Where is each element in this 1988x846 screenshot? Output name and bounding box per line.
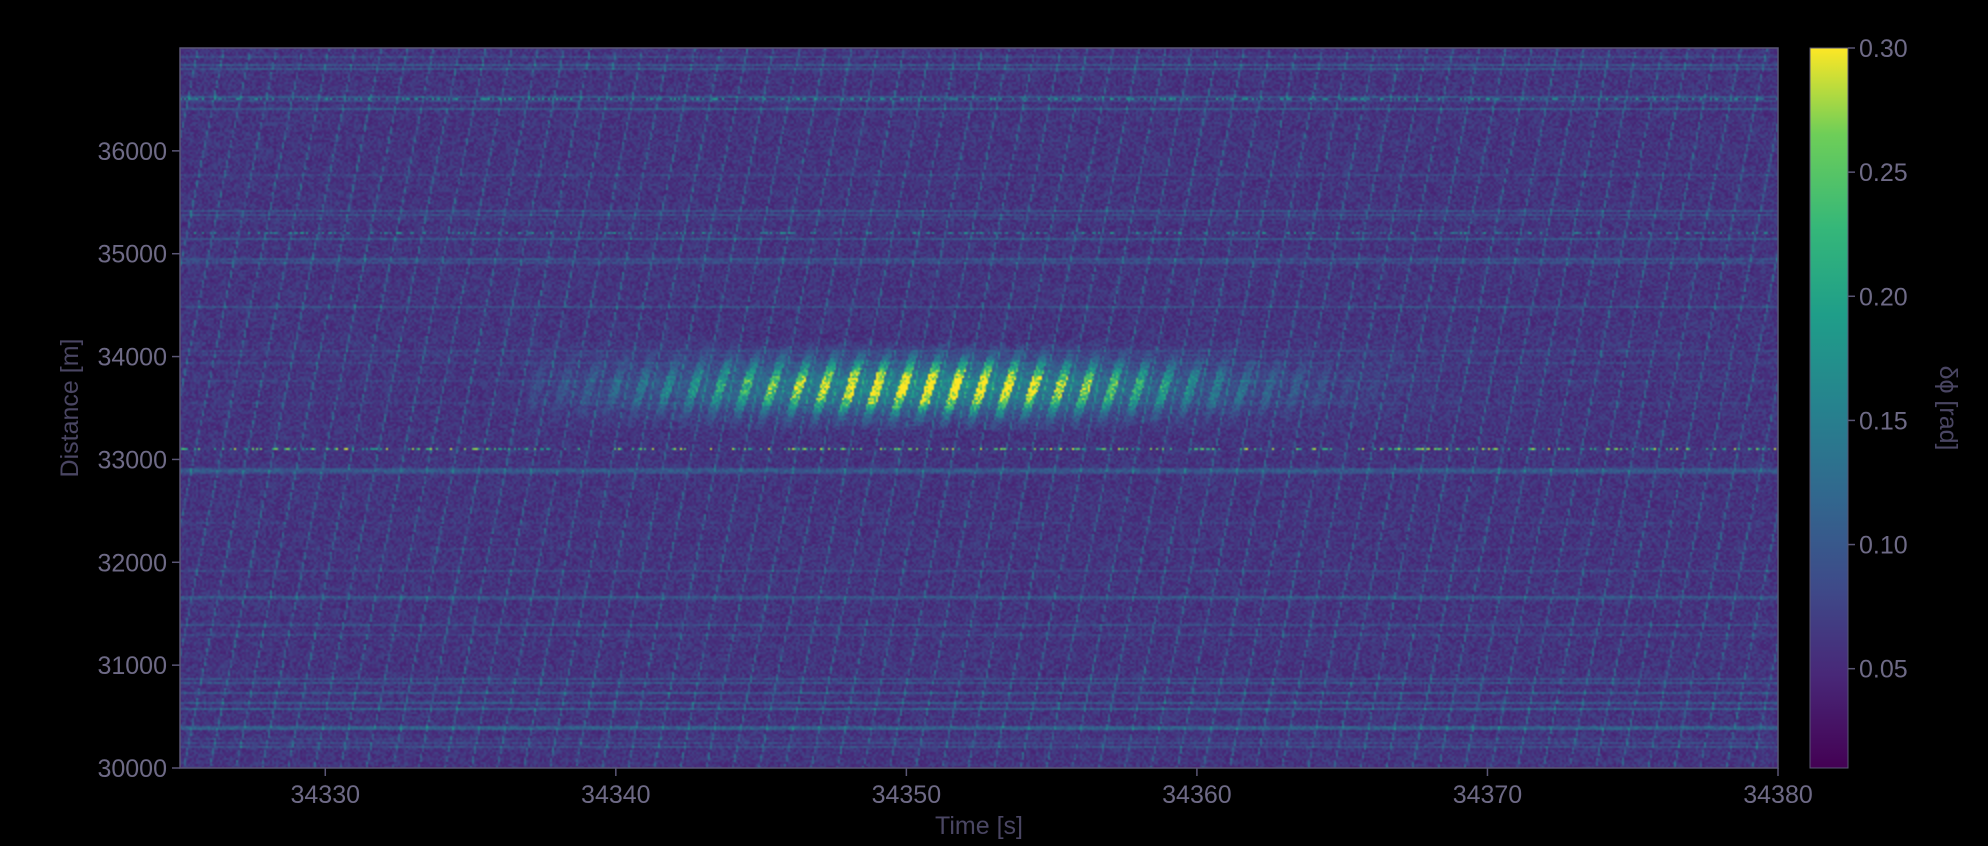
colorbar-tick-label: 0.10 <box>1859 532 1908 560</box>
y-axis-label: Distance [m] <box>56 339 84 478</box>
figure: 34330 34340 34350 34360 34370 34380 30000 3100… <box>56 35 1962 840</box>
colorbar-tick-label: 0.25 <box>1859 159 1908 187</box>
colorbar-tick-label: 0.20 <box>1859 283 1908 311</box>
heatmap-image <box>180 48 1778 768</box>
colorbar-label: δϕ [rad] <box>1934 366 1962 451</box>
x-tick-label: 34380 <box>1743 781 1813 809</box>
colorbar-tick-label: 0.15 <box>1859 407 1908 435</box>
x-tick-label: 34350 <box>872 781 942 809</box>
x-axis-label: Time [s] <box>935 812 1023 840</box>
colorbar-axis: 0.05 0.10 0.15 0.20 0.25 0.30 <box>1848 35 1908 684</box>
x-axis: 34330 34340 34350 34360 34370 34380 <box>291 768 1813 809</box>
colorbar <box>1809 47 1849 769</box>
y-tick-label: 36000 <box>97 138 167 166</box>
x-tick-label: 34330 <box>291 781 361 809</box>
y-tick-label: 30000 <box>97 755 167 783</box>
y-tick-label: 34000 <box>97 344 167 372</box>
y-axis: 30000 31000 32000 33000 34000 35000 36000 <box>97 138 180 783</box>
y-tick-label: 32000 <box>97 549 167 577</box>
colorbar-tick-label: 0.05 <box>1859 656 1908 684</box>
x-tick-label: 34340 <box>581 781 651 809</box>
y-tick-label: 33000 <box>97 446 167 474</box>
x-tick-label: 34360 <box>1162 781 1232 809</box>
y-tick-label: 35000 <box>97 241 167 269</box>
x-tick-label: 34370 <box>1453 781 1523 809</box>
colorbar-tick-label: 0.30 <box>1859 35 1908 63</box>
y-tick-label: 31000 <box>97 652 167 680</box>
